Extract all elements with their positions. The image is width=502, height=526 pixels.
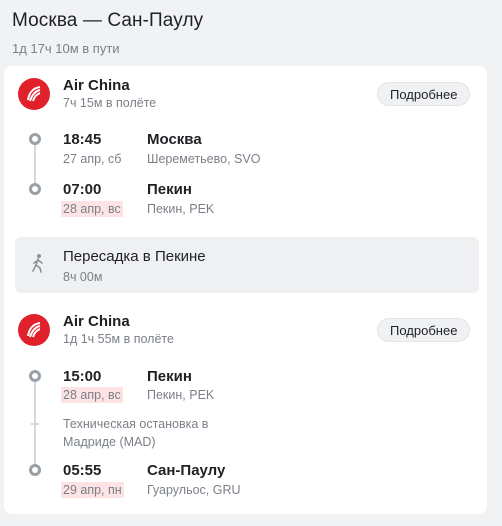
flight-duration: 7ч 15м в полёте (63, 96, 157, 110)
details-button[interactable]: Подробнее (377, 82, 471, 106)
departure-city: Москва (147, 131, 202, 148)
route-title: Москва — Сан-Паулу (12, 10, 204, 31)
departure-date: 27 апр, сб (63, 152, 122, 166)
layover-block: Пересадка в Пекине 8ч 00м (15, 237, 479, 293)
arrival-city: Пекин (147, 181, 192, 198)
departure-dot (29, 370, 41, 382)
arrival-airport: Пекин, PEK (147, 202, 215, 216)
arrival-date: 28 апр, вс (61, 201, 123, 217)
departure-airport: Пекин, PEK (147, 388, 215, 402)
total-travel-duration: 1д 17ч 10м в пути (12, 41, 120, 56)
arrival-city: Сан-Паулу (147, 462, 226, 479)
technical-stop-note: Техническая остановка в Мадриде (MAD) (63, 417, 209, 449)
airline-name: Air China (63, 77, 130, 94)
air-china-logo-icon (18, 314, 50, 346)
arrival-airport: Гуарульос, GRU (147, 483, 241, 497)
departure-time: 18:45 (63, 131, 102, 148)
departure-airport: Шереметьево, SVO (147, 152, 261, 166)
itinerary-card: Air China 7ч 15м в полёте Подробнее 18:4… (4, 66, 487, 514)
departure-date: 28 апр, вс (61, 387, 123, 403)
timeline-line (34, 382, 36, 470)
technical-stop-marker (31, 423, 39, 425)
walking-person-icon (29, 253, 47, 278)
arrival-dot (29, 464, 41, 476)
route-header: Москва — Сан-Паулу 1д 17ч 10м в пути (12, 10, 203, 56)
details-button[interactable]: Подробнее (377, 318, 471, 342)
flight-duration: 1д 1ч 55м в полёте (63, 332, 174, 346)
arrival-date: 29 апр, пн (61, 482, 124, 498)
arrival-time: 07:00 (63, 181, 102, 198)
departure-time: 15:00 (63, 368, 102, 385)
departure-dot (29, 133, 41, 145)
arrival-time: 05:55 (63, 462, 102, 479)
arrival-dot (29, 183, 41, 195)
layover-duration: 8ч 00м (63, 270, 103, 284)
layover-title: Пересадка в Пекине (63, 248, 206, 265)
departure-city: Пекин (147, 368, 192, 385)
airline-name: Air China (63, 313, 130, 330)
air-china-logo-icon (18, 78, 50, 110)
